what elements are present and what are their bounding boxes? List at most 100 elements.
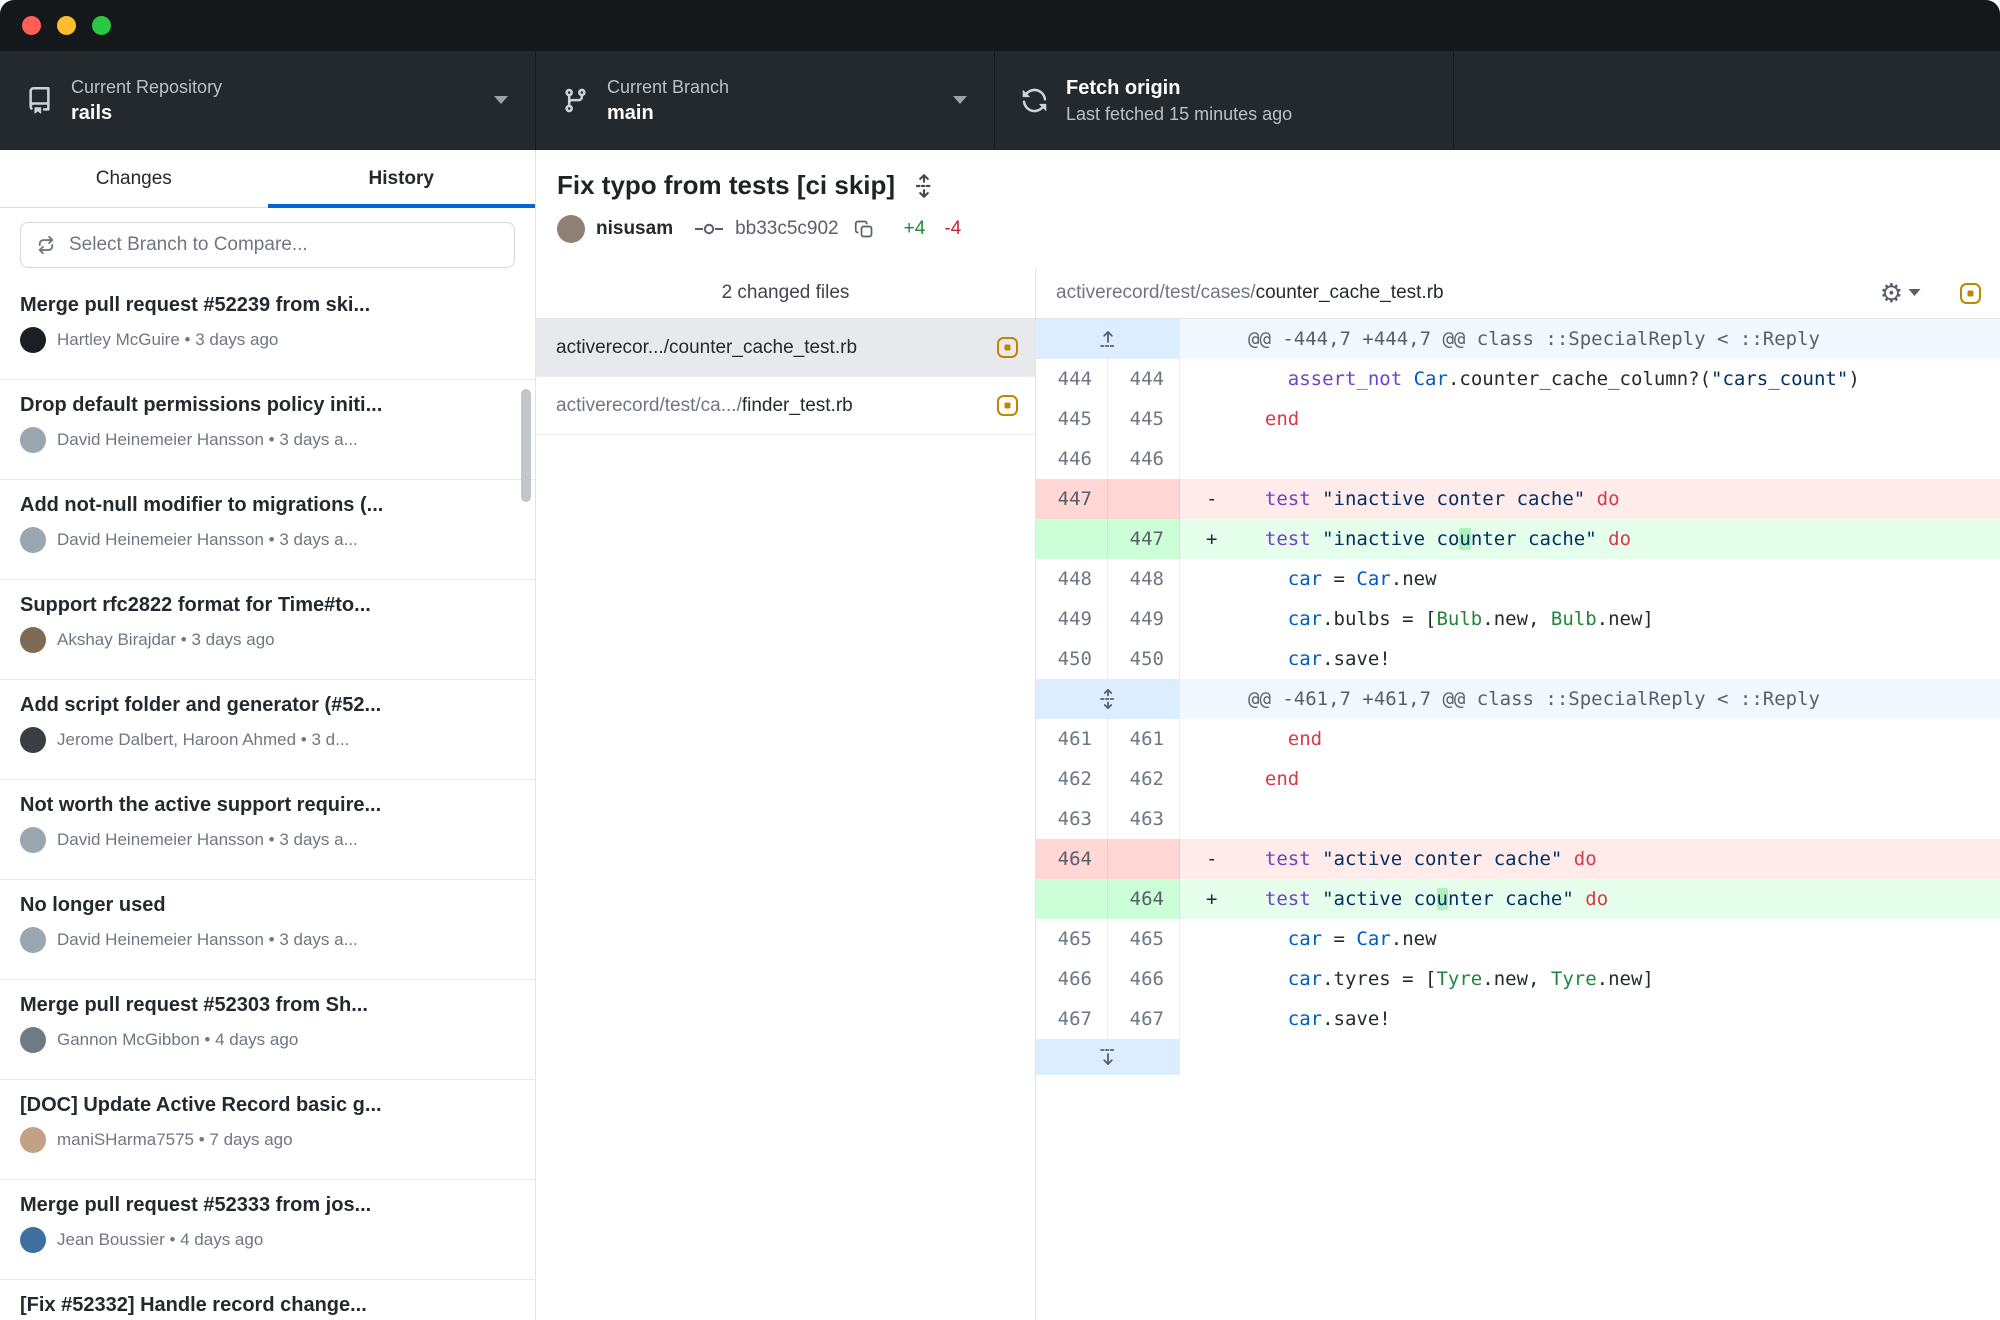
old-line-number: 466 [1036, 959, 1108, 999]
expand-hunk-both-button[interactable] [1036, 679, 1180, 719]
commit-list-item[interactable]: [Fix #52332] Handle record change... [0, 1280, 535, 1320]
commit-list-item[interactable]: Add script folder and generator (#52...J… [0, 680, 535, 780]
sidebar-tabs: Changes History [0, 150, 535, 208]
tab-history[interactable]: History [268, 150, 536, 207]
code-token: car [1288, 608, 1322, 630]
code-token [1574, 888, 1585, 910]
new-line-number: 462 [1108, 759, 1180, 799]
old-line-number: 461 [1036, 719, 1108, 759]
code-token: ) [1848, 368, 1859, 390]
diff-hunk-row: @@ -461,7 +461,7 @@ class ::SpecialReply… [1036, 679, 2000, 719]
commit-author: nisusam [596, 218, 673, 240]
commit-item-meta: maniSHarma7575 • 7 days ago [20, 1127, 515, 1153]
old-line-number: 445 [1036, 399, 1108, 439]
code-token [1585, 488, 1596, 510]
code-token: Tyre [1436, 968, 1482, 990]
branch-selector[interactable]: Current Branch main [536, 51, 995, 150]
avatar [20, 527, 46, 553]
code-token: nter cache" [1448, 888, 1574, 910]
commit-item-title: [DOC] Update Active Record basic g... [20, 1094, 515, 1117]
commit-list-item[interactable]: No longer usedDavid Heinemeier Hansson •… [0, 880, 535, 980]
changed-files-header: 2 changed files [536, 268, 1035, 319]
titlebar [0, 0, 2000, 51]
commit-list-item[interactable]: Support rfc2822 format for Time#to...Aks… [0, 580, 535, 680]
code-token: u [1437, 888, 1448, 910]
commit-item-byline: Akshay Birajdar • 3 days ago [57, 630, 275, 650]
code-token [1311, 528, 1322, 550]
repository-selector[interactable]: Current Repository rails [0, 51, 536, 150]
zoom-button[interactable] [92, 16, 111, 35]
commit-list-item[interactable]: Merge pull request #52239 from ski... Har… [0, 280, 535, 380]
code-token: .new [1391, 568, 1437, 590]
code-tokens: test "active counter cache" do [1242, 888, 1608, 910]
commit-item-title: [Fix #52332] Handle record change... [20, 1294, 515, 1317]
commit-item-byline: David Heinemeier Hansson • 3 days a... [57, 830, 358, 850]
chevron-down-icon [493, 92, 509, 110]
diff-file-path: activerecord/test/cases/counter_cache_te… [1056, 282, 1880, 304]
code-token: nter cache" [1471, 528, 1597, 550]
fetch-origin-label: Fetch origin [1066, 77, 1427, 100]
code-token: end [1288, 728, 1322, 750]
new-line-number: 466 [1108, 959, 1180, 999]
compare-branch-input[interactable] [20, 222, 515, 268]
code-token: = [1322, 568, 1356, 590]
diff-line-del: 447- test "inactive conter cache" do [1036, 479, 2000, 519]
code-token: test [1265, 528, 1311, 550]
minimize-button[interactable] [57, 16, 76, 35]
commit-item-title: Merge pull request #52239 from ski... [20, 294, 515, 317]
commit-list-item[interactable]: Merge pull request #52303 from Sh...Gann… [0, 980, 535, 1080]
code-tokens: test "inactive counter cache" do [1242, 528, 1631, 550]
modified-icon [996, 336, 1019, 359]
diff-expand-row [1036, 1039, 2000, 1075]
code-token: "cars_count" [1711, 368, 1848, 390]
repository-name: rails [71, 102, 509, 125]
file-path: activerecor.../counter_cache_test.rb [556, 337, 982, 359]
diff-line-ctx: 445445 end [1036, 399, 2000, 439]
expand-commit-details-button[interactable] [911, 173, 937, 199]
commit-item-meta: Gannon McGibbon • 4 days ago [20, 1027, 515, 1053]
scrollbar-thumb[interactable] [521, 389, 531, 502]
commit-item-byline: maniSHarma7575 • 7 days ago [57, 1130, 293, 1150]
diff-options-button[interactable]: ⚙ [1880, 280, 1921, 306]
commit-item-title: Add not-null modifier to migrations (... [20, 494, 515, 517]
code-tokens: test "active conter cache" do [1242, 848, 1597, 870]
diff-panel: activerecord/test/cases/counter_cache_te… [1036, 268, 2000, 1320]
old-line-number: 450 [1036, 639, 1108, 679]
commit-list-item[interactable]: Merge pull request #52333 from jos...Jea… [0, 1180, 535, 1280]
fetch-origin-button[interactable]: Fetch origin Last fetched 15 minutes ago [995, 51, 1454, 150]
file-name: counter_cache_test.rb [669, 337, 857, 358]
file-row[interactable]: activerecord/test/ca.../finder_test.rb [536, 377, 1035, 435]
commit-list-item[interactable]: Add not-null modifier to migrations (...… [0, 480, 535, 580]
code-tokens: car.bulbs = [Bulb.new, Bulb.new] [1242, 608, 1654, 630]
tab-changes[interactable]: Changes [0, 150, 268, 207]
commit-list-item[interactable]: [DOC] Update Active Record basic g... man… [0, 1080, 535, 1180]
code-tokens: end [1242, 408, 1299, 430]
commit-item-meta: Hartley McGuire • 3 days ago [20, 327, 515, 353]
file-row[interactable]: activerecor.../counter_cache_test.rb [536, 319, 1035, 377]
expand-row-filler [1180, 1039, 2000, 1075]
code-token [1242, 928, 1288, 950]
copy-sha-button[interactable] [854, 219, 875, 240]
code-token: .save! [1322, 1008, 1391, 1030]
code-token [1242, 608, 1288, 630]
code-tokens: assert_not Car.counter_cache_column?("ca… [1242, 368, 1860, 390]
history-sidebar: Changes History Merge pull request #5223… [0, 150, 536, 1320]
avatar [20, 427, 46, 453]
code-token: car [1288, 568, 1322, 590]
code-token: .new] [1597, 968, 1654, 990]
commit-header: Fix typo from tests [ci skip] nisusam bb… [536, 150, 2000, 268]
code-token: Tyre [1551, 968, 1597, 990]
new-line-number: 467 [1108, 999, 1180, 1039]
code-token: car [1288, 928, 1322, 950]
commit-list-item[interactable]: Not worth the active support require...D… [0, 780, 535, 880]
modified-icon [996, 394, 1019, 417]
old-line-number: 463 [1036, 799, 1108, 839]
new-line-number: 444 [1108, 359, 1180, 399]
commit-list-item[interactable]: Drop default permissions policy initi...… [0, 380, 535, 480]
code-tokens: car.save! [1242, 1008, 1391, 1030]
close-button[interactable] [22, 16, 41, 35]
expand-hunk-up-button[interactable] [1036, 319, 1180, 359]
code-token [1242, 768, 1265, 790]
expand-down-button[interactable] [1036, 1039, 1180, 1075]
code-token: "active co [1322, 888, 1436, 910]
